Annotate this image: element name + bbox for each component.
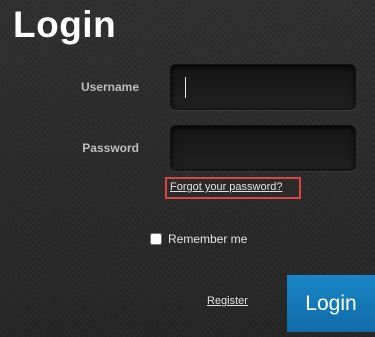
remember-me-row[interactable]: Remember me [150,232,247,246]
password-input[interactable] [170,125,356,171]
forgot-password-link[interactable]: Forgot your password? [170,181,283,193]
login-button[interactable]: Login [287,275,375,332]
remember-me-label[interactable]: Remember me [168,232,247,246]
password-label: Password [82,141,139,155]
register-link[interactable]: Register [207,295,248,307]
page-title: Login [13,4,117,45]
username-label: Username [80,80,139,94]
remember-me-checkbox[interactable] [150,233,162,245]
text-caret [185,77,186,98]
username-input[interactable] [170,64,356,110]
